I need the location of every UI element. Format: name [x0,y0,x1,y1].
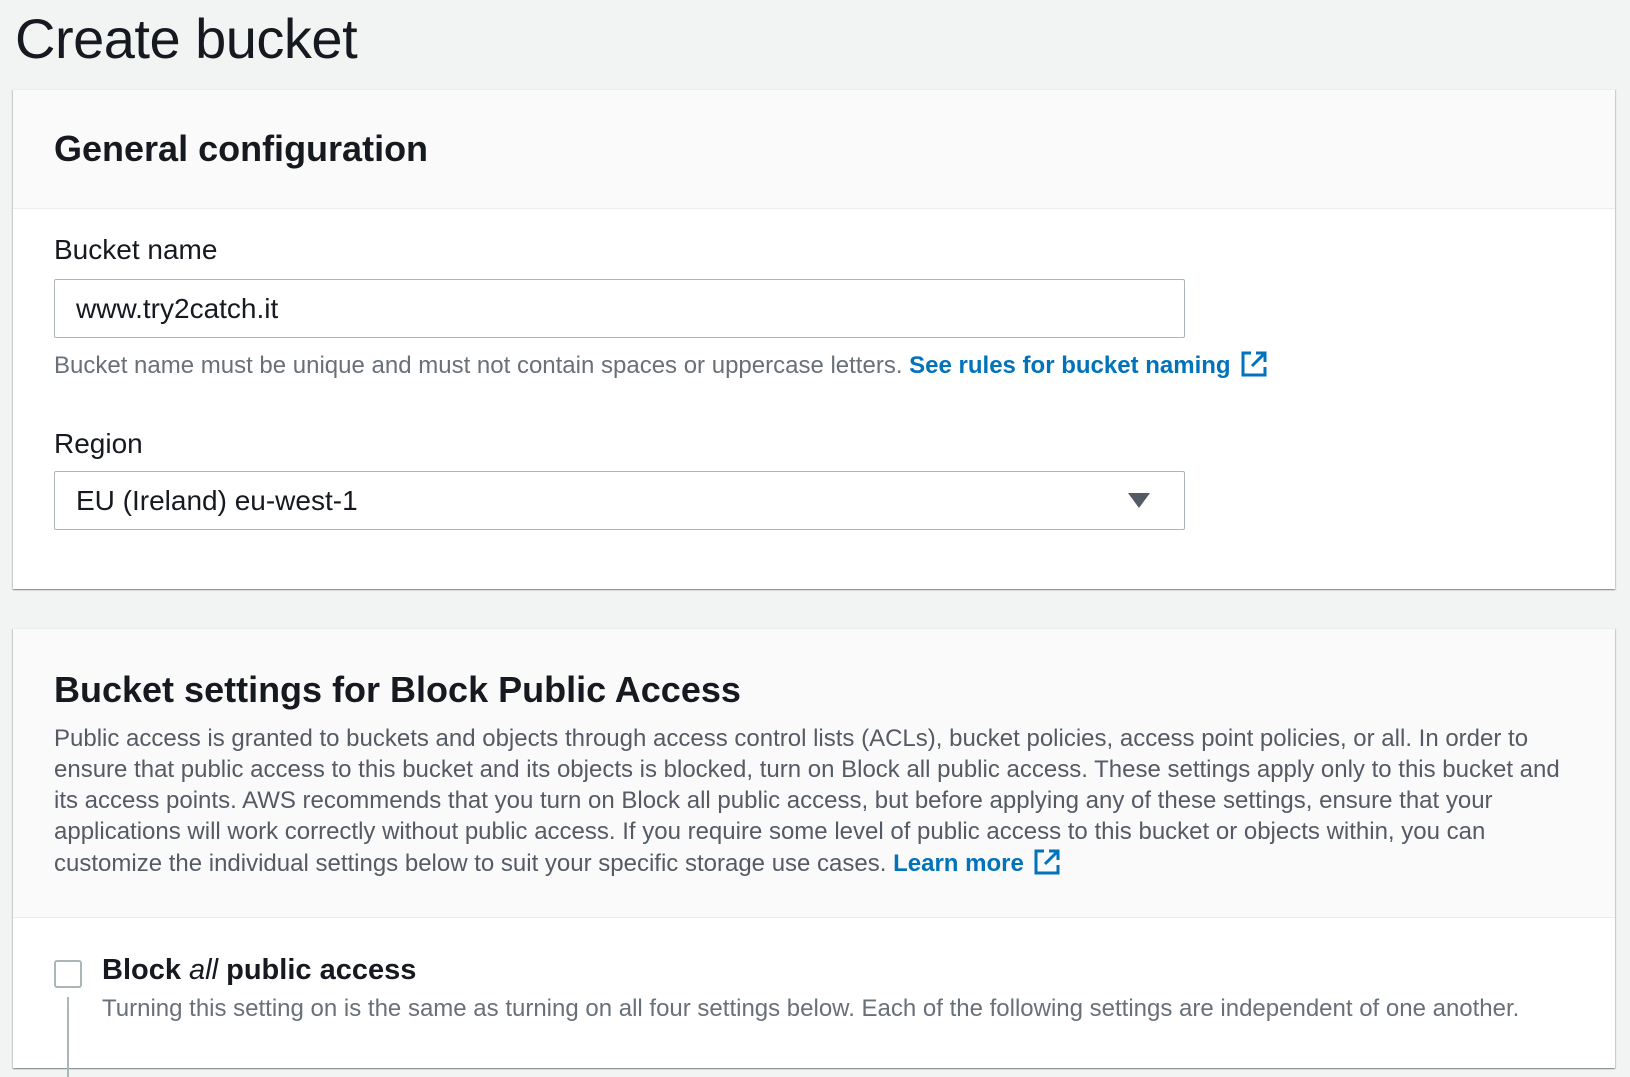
settings-tree-line [67,997,69,1077]
bucket-name-hint: Bucket name must be unique and must not … [54,349,1269,386]
page-title: Create bucket [15,7,358,70]
external-link-icon [1032,847,1062,885]
block-all-label-emphasis: all [189,954,219,986]
learn-more-link[interactable]: Learn more [893,849,1062,877]
block-all-label-prefix: Block [102,954,181,986]
bucket-name-input[interactable] [54,279,1185,338]
general-configuration-header: General configuration [13,90,1615,209]
bucket-name-label: Bucket name [54,234,218,265]
general-configuration-heading: General configuration [54,128,429,169]
bucket-name-hint-text: Bucket name must be unique and must not … [54,352,903,379]
external-link-icon [1239,349,1269,386]
block-public-access-description: Public access is granted to buckets and … [54,723,1574,885]
caret-down-icon [1128,493,1150,508]
block-public-access-header: Bucket settings for Block Public Access … [13,629,1615,918]
bucket-naming-rules-link[interactable]: See rules for bucket naming [909,351,1268,379]
block-public-access-heading: Bucket settings for Block Public Access [54,669,741,710]
block-public-access-description-text: Public access is granted to buckets and … [54,725,1560,877]
bucket-naming-rules-link-text: See rules for bucket naming [909,352,1231,379]
region-selected-value: EU (Ireland) eu-west-1 [76,484,358,516]
block-public-access-panel: Bucket settings for Block Public Access … [13,628,1615,1077]
block-all-public-access-label[interactable]: Block all public access [102,954,416,987]
region-label: Region [54,428,143,459]
general-configuration-panel: General configuration Bucket name Bucket… [13,89,1615,589]
learn-more-link-text: Learn more [893,850,1024,877]
block-all-public-access-description: Turning this setting on is the same as t… [102,995,1520,1022]
block-all-public-access-checkbox[interactable] [54,960,82,988]
region-select[interactable]: EU (Ireland) eu-west-1 [54,471,1185,530]
block-all-label-suffix: public access [226,954,417,986]
